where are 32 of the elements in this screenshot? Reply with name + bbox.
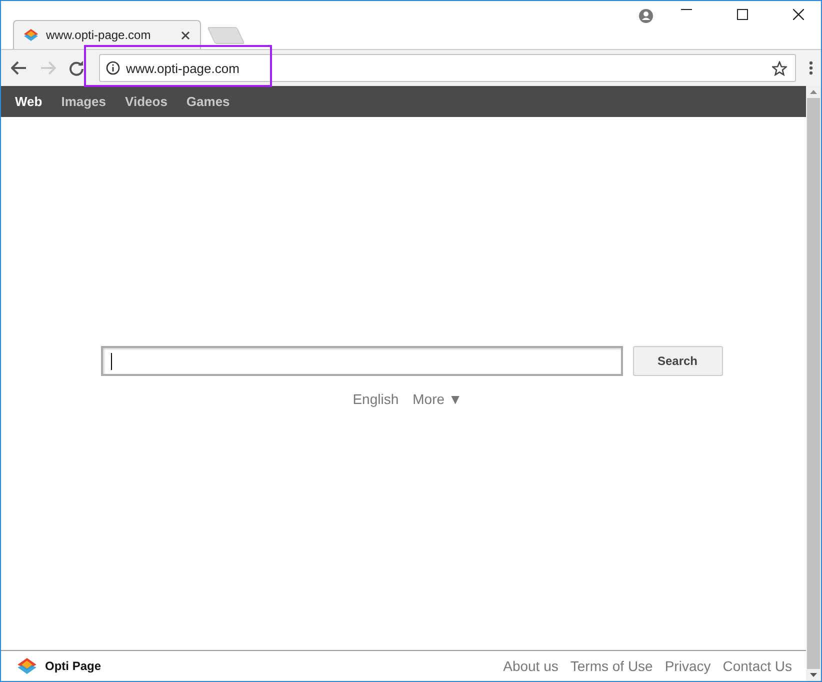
nav-tab[interactable]: Images <box>61 94 106 109</box>
footer-link[interactable]: Privacy <box>664 658 711 674</box>
scrollbar[interactable] <box>806 86 821 681</box>
language-link[interactable]: English <box>352 391 399 407</box>
nav-tab[interactable]: Videos <box>125 94 168 109</box>
scrollbar-thumb[interactable] <box>807 98 820 669</box>
scroll-down-icon[interactable] <box>810 673 817 677</box>
maximize-icon[interactable] <box>737 9 748 20</box>
info-icon <box>106 61 120 75</box>
footer-link[interactable]: Terms of Use <box>570 658 653 674</box>
nav-tab[interactable]: Web <box>15 94 42 109</box>
search-field[interactable] <box>100 346 622 376</box>
close-icon[interactable] <box>793 9 804 20</box>
footer-link[interactable]: Contact Us <box>722 658 792 674</box>
back-arrow-icon[interactable] <box>11 61 27 75</box>
browser-tab[interactable]: www.opti-page.com <box>13 20 201 49</box>
url-text: www.opti-page.com <box>126 60 240 76</box>
language-link[interactable]: More ▼ <box>412 391 462 407</box>
reload-icon[interactable] <box>69 60 84 76</box>
profile-icon[interactable] <box>639 9 653 23</box>
search-button[interactable]: Search <box>632 346 722 376</box>
tab-title: www.opti-page.com <box>46 28 152 42</box>
layers-logo-icon <box>17 658 37 674</box>
brand-name: Opti Page <box>45 659 102 673</box>
nav-tab[interactable]: Games <box>186 94 230 109</box>
menu-icon[interactable] <box>809 61 813 75</box>
close-icon[interactable] <box>181 30 190 40</box>
star-icon[interactable] <box>772 60 787 76</box>
address-bar[interactable]: www.opti-page.com <box>99 54 796 82</box>
footer-link[interactable]: About us <box>503 658 558 674</box>
scroll-up-icon[interactable] <box>810 90 817 94</box>
layers-logo-icon <box>24 29 38 41</box>
